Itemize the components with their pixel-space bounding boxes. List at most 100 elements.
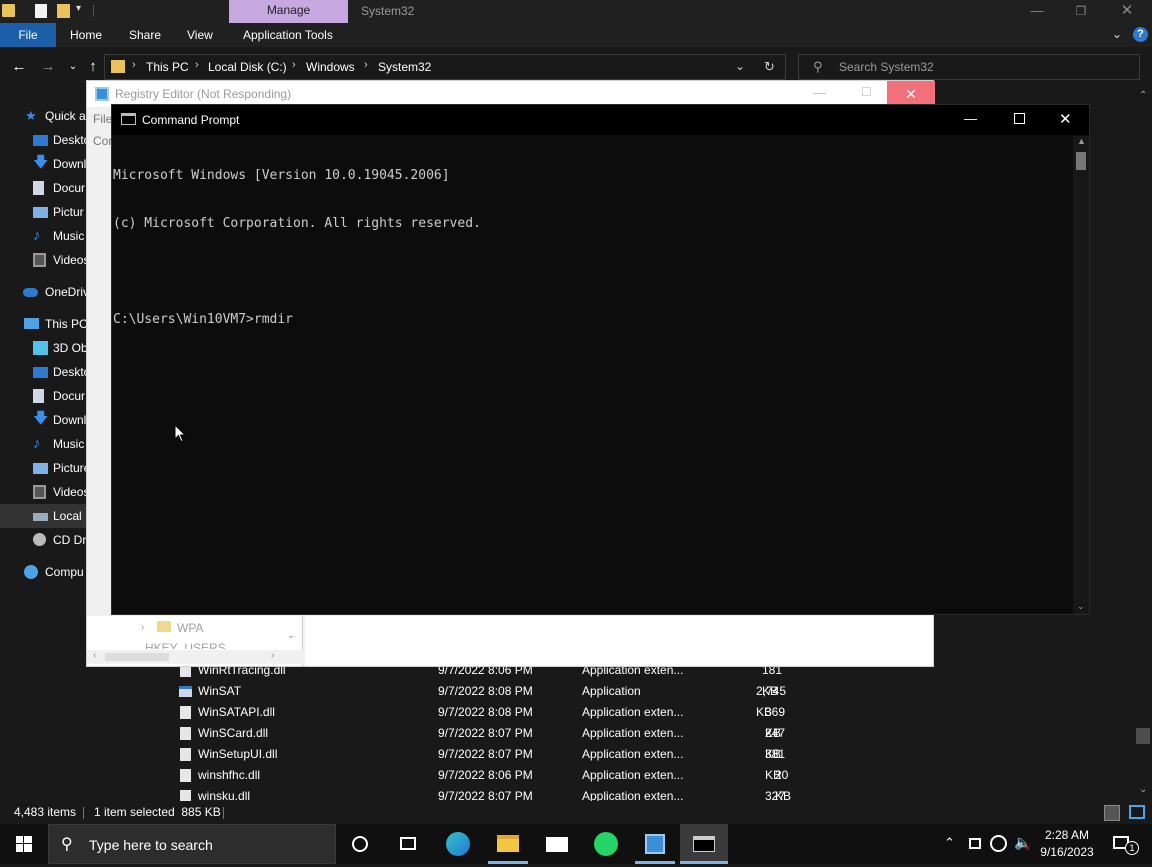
- file-name: WinSCard.dll: [198, 726, 269, 740]
- tree-expand-icon[interactable]: ›: [141, 622, 144, 633]
- minimize-button[interactable]: —: [964, 111, 977, 126]
- maximize-button[interactable]: [1014, 113, 1025, 124]
- table-row[interactable]: WinSCard.dll 9/7/2022 8:07 PM Applicatio…: [172, 723, 792, 761]
- tab-home[interactable]: Home: [70, 23, 102, 47]
- breadcrumb-windows[interactable]: Windows: [306, 60, 355, 74]
- close-button[interactable]: ✕: [1104, 0, 1150, 23]
- folder-icon: [2, 4, 15, 17]
- network-globe-icon[interactable]: [990, 835, 1007, 852]
- forward-arrow-icon[interactable]: →: [38, 57, 58, 77]
- meet-now-icon[interactable]: [969, 838, 981, 849]
- cmd-icon: [121, 113, 136, 125]
- tab-view[interactable]: View: [187, 23, 213, 47]
- up-arrow-icon[interactable]: ↑: [83, 57, 103, 77]
- taskbar-whatsapp[interactable]: [582, 824, 630, 864]
- console-output[interactable]: Microsoft Windows [Version 10.0.19045.20…: [113, 136, 481, 360]
- restore-button[interactable]: ❐: [1058, 0, 1104, 23]
- new-folder-icon[interactable]: [57, 4, 70, 18]
- taskbar-edge[interactable]: [434, 824, 482, 864]
- table-row[interactable]: WinSATAPI.dll 9/7/2022 8:08 PM Applicati…: [172, 702, 792, 740]
- large-icons-view-icon[interactable]: [1129, 805, 1145, 819]
- tree-scroll-down-icon[interactable]: ⌄: [287, 630, 295, 641]
- scroll-down-icon[interactable]: ⌄: [1077, 601, 1085, 612]
- search-icon: ⚲: [813, 59, 823, 74]
- scroll-thumb[interactable]: [1076, 152, 1086, 170]
- recent-locations-icon[interactable]: ⌄: [63, 57, 83, 77]
- file-icon: [180, 748, 191, 761]
- task-view-button[interactable]: [384, 824, 432, 864]
- taskbar-search-input[interactable]: Type here to search: [89, 837, 213, 853]
- tab-application-tools[interactable]: Application Tools: [243, 23, 333, 47]
- taskbar-regedit[interactable]: [631, 824, 679, 864]
- expand-ribbon-icon[interactable]: ⌄: [1112, 27, 1122, 41]
- taskbar-search-box[interactable]: ⚲ Type here to search: [48, 824, 336, 864]
- search-input[interactable]: Search System32: [839, 60, 934, 74]
- sidebar-item-label: Deskto: [53, 365, 91, 379]
- table-row[interactable]: winshfhc.dll 9/7/2022 8:06 PM Applicatio…: [172, 765, 792, 803]
- tree-item-hkey-users[interactable]: HKEY_USERS: [145, 641, 226, 649]
- file-explorer-icon: [497, 835, 519, 852]
- clock[interactable]: 2:28 AM 9/16/2023: [1036, 827, 1098, 861]
- file-icon: [180, 706, 191, 719]
- edge-icon: [446, 832, 470, 856]
- breadcrumb-local-disk[interactable]: Local Disk (C:): [208, 60, 287, 74]
- scroll-thumb[interactable]: [1136, 728, 1150, 744]
- start-button[interactable]: [0, 824, 48, 864]
- selection-info: 1 item selected 885 KB: [94, 805, 221, 819]
- taskbar-mail[interactable]: [533, 824, 581, 864]
- cmd-scrollbar[interactable]: ▲ ⌄: [1073, 136, 1089, 614]
- scroll-left-icon[interactable]: ‹: [93, 650, 96, 661]
- back-arrow-icon[interactable]: ←: [9, 57, 29, 77]
- sidebar-item-label: Docur: [53, 181, 86, 195]
- cortana-button[interactable]: [336, 824, 384, 864]
- properties-icon[interactable]: [35, 4, 47, 18]
- minimize-button[interactable]: —: [1014, 0, 1060, 23]
- details-view-icon[interactable]: [1104, 805, 1120, 821]
- cmd-title: Command Prompt: [142, 113, 240, 127]
- scroll-up-icon[interactable]: ⌃: [1139, 90, 1147, 101]
- status-separator: [223, 807, 224, 819]
- file-type: Application: [582, 684, 641, 698]
- breadcrumb-system32[interactable]: System32: [378, 60, 431, 74]
- scroll-down-icon[interactable]: ⌄: [1139, 784, 1147, 795]
- sidebar-item-label: Local I: [53, 509, 89, 523]
- horizontal-scrollbar[interactable]: ‹ ›: [87, 650, 303, 664]
- vertical-scrollbar[interactable]: ⌃ ⌄: [1136, 90, 1152, 800]
- scroll-right-icon[interactable]: ›: [271, 650, 274, 661]
- sidebar-item-local-disk[interactable]: Local I: [0, 504, 90, 528]
- breadcrumb-this-pc[interactable]: This PC: [146, 60, 189, 74]
- address-dropdown-icon[interactable]: ⌄: [735, 59, 745, 73]
- drive-icon: [33, 513, 48, 521]
- manage-tab[interactable]: Manage: [229, 0, 348, 23]
- file-date: 9/7/2022 8:08 PM: [438, 684, 533, 698]
- table-row[interactable]: WinSAT 9/7/2022 8:08 PM Application 2,74…: [172, 681, 792, 719]
- tree-item-wpa[interactable]: WPA: [177, 621, 203, 635]
- console-line: (c) Microsoft Corporation. All rights re…: [113, 216, 481, 231]
- table-row[interactable]: WinSetupUI.dll 9/7/2022 8:07 PM Applicat…: [172, 744, 792, 782]
- tab-file[interactable]: File: [0, 23, 56, 47]
- show-hidden-icons-icon[interactable]: ⌃: [944, 835, 955, 851]
- status-bar: 4,483 items 1 item selected 885 KB: [0, 801, 1152, 824]
- application-icon: [179, 686, 192, 697]
- maximize-button[interactable]: ☐: [861, 85, 872, 99]
- action-center-button[interactable]: 1: [1108, 824, 1148, 864]
- close-button[interactable]: ✕: [1059, 110, 1072, 128]
- taskbar-command-prompt[interactable]: [680, 824, 728, 864]
- search-box[interactable]: ⚲ Search System32: [798, 54, 1140, 80]
- tab-share[interactable]: Share: [129, 23, 161, 47]
- qat-dropdown-icon[interactable]: ▾: [76, 3, 81, 14]
- help-icon[interactable]: ?: [1133, 27, 1148, 42]
- explorer-titlebar: ▾ Manage System32 — ❐ ✕: [0, 0, 1152, 23]
- scroll-up-icon[interactable]: ▲: [1077, 136, 1086, 146]
- regedit-menu-file[interactable]: File: [93, 112, 112, 126]
- table-row[interactable]: winsku.dll 9/7/2022 8:07 PM Application …: [172, 786, 792, 801]
- notification-badge: 1: [1125, 841, 1139, 855]
- download-icon: 🡇: [33, 154, 49, 171]
- minimize-button[interactable]: —: [813, 85, 826, 100]
- address-bar[interactable]: › This PC › Local Disk (C:) › Windows › …: [104, 54, 786, 80]
- regedit-title: Registry Editor (Not Responding): [115, 87, 292, 101]
- file-date: 9/7/2022 8:08 PM: [438, 705, 533, 719]
- scroll-thumb[interactable]: [105, 653, 169, 661]
- refresh-icon[interactable]: ↻: [764, 59, 775, 75]
- taskbar-file-explorer[interactable]: [484, 824, 532, 864]
